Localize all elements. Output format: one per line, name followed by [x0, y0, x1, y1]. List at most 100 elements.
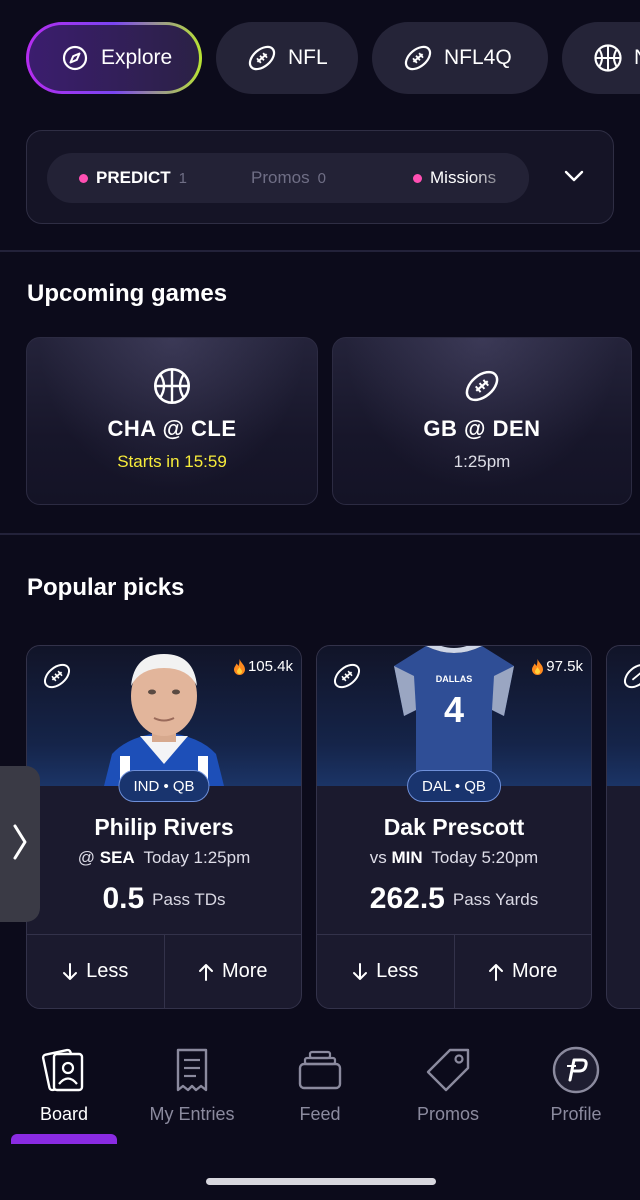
- promo-filter-pill: PREDICT 1 Promos 0 Missions: [47, 153, 529, 203]
- nav-label: Board: [39, 1104, 89, 1124]
- promo-item-count: 0: [317, 169, 326, 187]
- tab-label: N: [634, 46, 640, 70]
- pick-buttons: Less More: [27, 934, 301, 1008]
- opponent-prefix: vs: [369, 848, 387, 867]
- team-position-badge: IND • QB: [118, 770, 210, 802]
- promo-strip: PREDICT 1 Promos 0 Missions: [26, 130, 614, 224]
- projection-line: 0.5 Pass TDs: [27, 882, 301, 916]
- less-button[interactable]: Less: [27, 935, 164, 1008]
- game-card[interactable]: CHA @ CLE Starts in 15:59: [26, 337, 318, 505]
- stat-type: Pass Yards: [452, 890, 539, 909]
- matchup-line: @ SEA Today 1:25pm: [27, 848, 301, 868]
- game-time: Today 1:25pm: [143, 848, 251, 867]
- game-matchup: CHA @ CLE: [107, 416, 237, 441]
- player-name: Philip Rivers: [94, 814, 234, 840]
- promo-item-count: 1: [178, 169, 187, 187]
- jersey-image: DALLAS 4: [374, 646, 534, 790]
- chevron-down-icon[interactable]: [563, 165, 585, 187]
- pick-card-partial[interactable]: [606, 645, 640, 1009]
- trend-count: 97.5k: [531, 658, 583, 675]
- pick-buttons: Less More: [317, 934, 591, 1008]
- more-label: More: [221, 960, 268, 982]
- trend-count: 105.4k: [233, 658, 293, 675]
- receipt-icon: [166, 1044, 218, 1096]
- game-time: Today 5:20pm: [431, 848, 539, 867]
- active-tab-indicator: [11, 1134, 117, 1144]
- projection-value: 262.5: [369, 882, 445, 915]
- tab-nba[interactable]: N: [562, 22, 640, 94]
- nav-promos[interactable]: Promos: [384, 1044, 512, 1125]
- pick-card: 105.4k IND • QB Philip Rivers @ SEA Toda…: [26, 645, 302, 1009]
- tag-icon: [422, 1044, 474, 1096]
- football-icon: [621, 660, 640, 692]
- football-icon: [41, 660, 73, 692]
- fire-icon: [233, 658, 246, 675]
- section-divider: [0, 250, 640, 252]
- sport-tabs: Explore NFL NFL4Q N: [26, 22, 640, 94]
- indicator-dot: [79, 173, 88, 183]
- chevron-right-icon: [12, 822, 28, 867]
- more-button[interactable]: More: [163, 935, 302, 1008]
- football-icon: [246, 42, 278, 74]
- nav-board[interactable]: Board: [0, 1044, 128, 1125]
- profile-icon: [550, 1044, 602, 1096]
- home-indicator: [206, 1178, 436, 1185]
- projection-line: 262.5 Pass Yards: [317, 882, 591, 916]
- nav-label: Feed: [299, 1104, 341, 1124]
- popular-picks-title: Popular picks: [27, 574, 185, 601]
- tab-label: NFL4Q: [444, 46, 512, 69]
- arrow-down-icon: [352, 962, 368, 981]
- jersey-number: 4: [444, 689, 464, 730]
- tab-nfl[interactable]: NFL: [216, 22, 358, 94]
- board-icon: [38, 1044, 90, 1096]
- indicator-dot: [413, 173, 422, 183]
- tab-nfl4q[interactable]: NFL4Q: [372, 22, 548, 94]
- promo-item-label: Promos: [251, 168, 310, 187]
- nav-label: My Entries: [149, 1104, 235, 1124]
- basketball-icon: [152, 366, 192, 406]
- upcoming-games-title: Upcoming games: [27, 280, 228, 307]
- bottom-nav: Board My Entries Feed Promos Profile: [0, 1030, 640, 1200]
- tab-label: Explore: [101, 46, 173, 69]
- promo-item-predict[interactable]: PREDICT 1: [79, 153, 187, 203]
- football-icon: [331, 660, 363, 692]
- trend-label: 97.5k: [546, 658, 583, 675]
- jersey-text: DALLAS: [436, 674, 473, 684]
- less-label: Less: [376, 960, 419, 982]
- side-drawer-handle[interactable]: [0, 766, 40, 922]
- more-button[interactable]: More: [453, 935, 592, 1008]
- tab-label: NFL: [288, 46, 328, 69]
- nav-my-entries[interactable]: My Entries: [128, 1044, 256, 1125]
- football-icon: [462, 366, 502, 406]
- arrow-up-icon: [488, 963, 504, 981]
- game-start-time: Starts in 15:59: [117, 452, 227, 471]
- player-name: Dak Prescott: [383, 814, 525, 840]
- stat-type: Pass TDs: [152, 890, 226, 909]
- tab-explore[interactable]: Explore: [26, 22, 202, 94]
- opponent-team: SEA: [99, 848, 135, 867]
- nav-label: Promos: [416, 1104, 479, 1124]
- nav-label: Profile: [550, 1104, 602, 1124]
- game-card[interactable]: GB @ DEN 1:25pm: [332, 337, 632, 505]
- more-label: More: [511, 960, 558, 982]
- opponent-team: MIN: [391, 848, 423, 867]
- team-position-badge: DAL • QB: [407, 770, 501, 802]
- game-matchup: GB @ DEN: [423, 416, 541, 441]
- pick-card: DALLAS 4 97.5k DAL • QB Dak Prescott vs …: [316, 645, 592, 1009]
- fade-overlay: [469, 153, 529, 203]
- compass-icon: [59, 42, 91, 74]
- section-divider: [0, 533, 640, 535]
- opponent-prefix: @: [77, 848, 96, 867]
- fire-icon: [531, 658, 544, 675]
- nav-feed[interactable]: Feed: [256, 1044, 384, 1125]
- less-label: Less: [86, 960, 129, 982]
- player-photo: [84, 646, 244, 786]
- projection-value: 0.5: [102, 882, 145, 915]
- less-button[interactable]: Less: [317, 935, 454, 1008]
- basketball-icon: [592, 42, 624, 74]
- arrow-down-icon: [62, 962, 78, 981]
- nav-profile[interactable]: Profile: [512, 1044, 640, 1125]
- promo-item-label: PREDICT: [96, 168, 171, 187]
- arrow-up-icon: [198, 963, 214, 981]
- promo-item-promos[interactable]: Promos 0: [251, 153, 326, 203]
